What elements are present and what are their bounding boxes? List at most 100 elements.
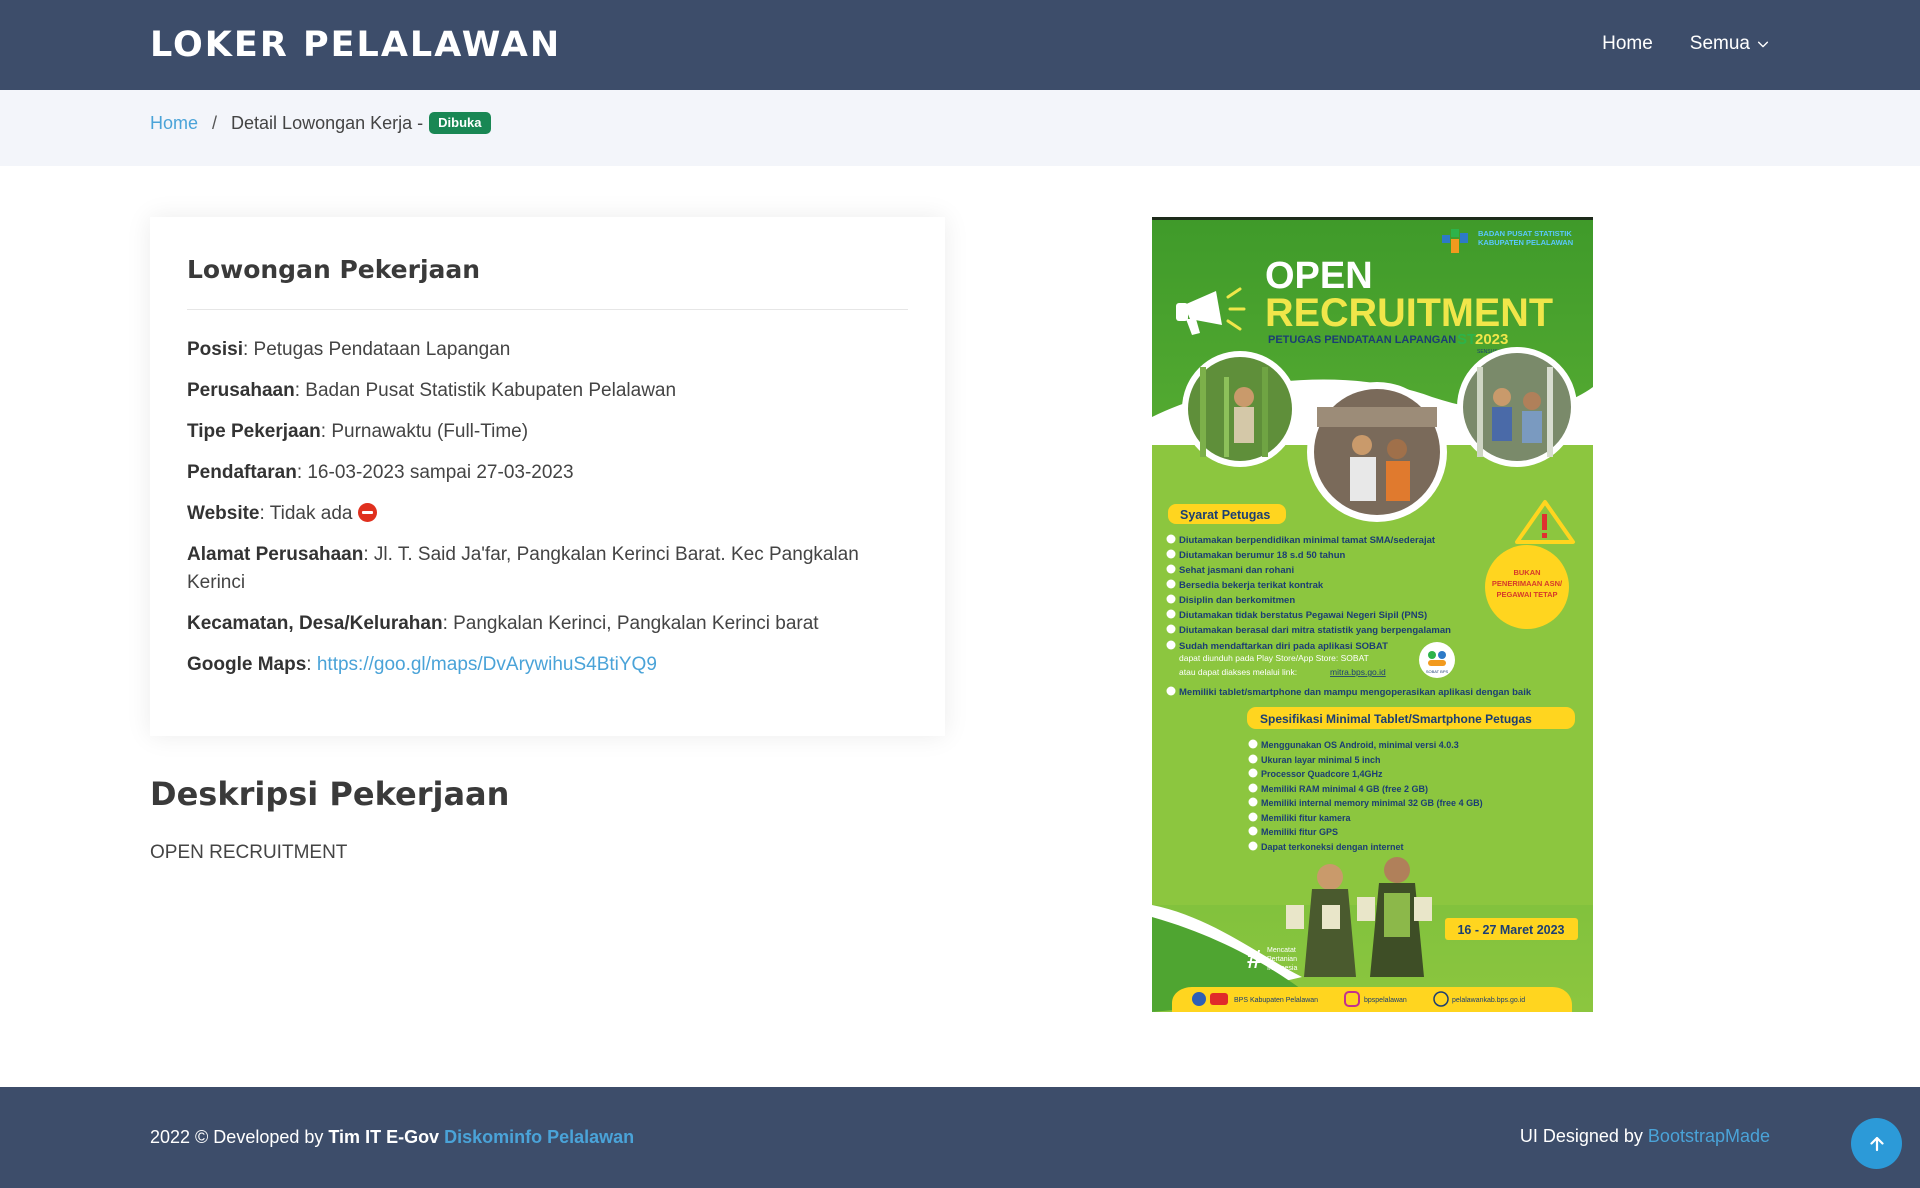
photo-circle-3 xyxy=(1457,347,1577,467)
svg-text:atau dapat diakses melalui lin: atau dapat diakses melalui link: xyxy=(1179,667,1297,677)
field-label: Google Maps xyxy=(187,654,307,675)
footer-prefix: 2022 © Developed by xyxy=(150,1127,329,1147)
svg-text:Memiliki fitur kamera: Memiliki fitur kamera xyxy=(1261,813,1352,823)
job-info-list: Posisi: Petugas Pendataan Lapangan Perus… xyxy=(187,336,908,679)
poster-tagline-2: Pertanian xyxy=(1267,956,1297,963)
svg-text:Ukuran layar minimal 5 inch: Ukuran layar minimal 5 inch xyxy=(1261,755,1381,765)
svg-text:Diutamakan berpendidikan minim: Diutamakan berpendidikan minimal tamat S… xyxy=(1179,535,1436,546)
field-label: Kecamatan, Desa/Kelurahan xyxy=(187,613,443,634)
photo-circle-1 xyxy=(1182,351,1298,467)
poster-social-2: bpspelalawan xyxy=(1364,997,1407,1004)
recruitment-poster[interactable]: BADAN PUSAT STATISTIK KABUPATEN PELALAWA… xyxy=(1152,217,1593,1012)
photo-circle-2 xyxy=(1307,382,1447,522)
field-tipe-pekerjaan: Tipe Pekerjaan: Purnawaktu (Full-Time) xyxy=(187,418,908,446)
back-to-top-button[interactable] xyxy=(1851,1118,1902,1169)
description-text: OPEN RECRUITMENT xyxy=(150,842,348,863)
field-value: : 16-03-2023 sampai 27-03-2023 xyxy=(296,462,574,483)
field-website: Website: Tidak ada xyxy=(187,500,908,528)
svg-text:Memiliki internal memory minim: Memiliki internal memory minimal 32 GB (… xyxy=(1261,798,1483,808)
field-value: : xyxy=(306,654,317,675)
svg-text:Memiliki RAM minimal 4 GB (fre: Memiliki RAM minimal 4 GB (free 2 GB) xyxy=(1261,784,1428,794)
field-perusahaan: Perusahaan: Badan Pusat Statistik Kabupa… xyxy=(187,377,908,405)
poster-agency: BADAN PUSAT STATISTIK xyxy=(1478,229,1572,238)
nav-semua-dropdown[interactable]: Semua xyxy=(1690,30,1770,58)
field-posisi: Posisi: Petugas Pendataan Lapangan xyxy=(187,336,908,364)
status-badge: Dibuka xyxy=(429,112,491,134)
bukan-line-3: PEGAWAI TETAP xyxy=(1496,590,1557,599)
poster-tagline-3: Indonesia xyxy=(1267,965,1297,972)
footer-credits: UI Designed by BootstrapMade xyxy=(1520,1124,1770,1148)
svg-text:Bersedia bekerja terikat kontr: Bersedia bekerja terikat kontrak xyxy=(1179,580,1324,591)
footer-org-link[interactable]: Diskominfo Pelalawan xyxy=(444,1127,634,1147)
field-label: Website xyxy=(187,503,260,524)
field-label: Pendaftaran xyxy=(187,462,297,483)
field-label: Posisi xyxy=(187,339,243,360)
field-value: : Badan Pusat Statistik Kabupaten Pelala… xyxy=(294,380,677,401)
card-divider xyxy=(187,309,908,310)
description-title: Deskripsi Pekerjaan xyxy=(150,775,510,813)
chevron-down-icon xyxy=(1757,41,1769,48)
svg-text:mitra.bps.go.id: mitra.bps.go.id xyxy=(1330,667,1386,677)
card-title: Lowongan Pekerjaan xyxy=(187,255,481,284)
arrow-up-icon xyxy=(1869,1136,1884,1151)
facebook-icon xyxy=(1192,992,1206,1006)
poster-st: ST xyxy=(1457,331,1476,348)
poster-social-1: BPS Kabupaten Pelalawan xyxy=(1234,997,1318,1004)
svg-text:dapat diunduh pada Play Store/: dapat diunduh pada Play Store/App Store:… xyxy=(1179,653,1369,663)
spec-title: Spesifikasi Minimal Tablet/Smartphone Pe… xyxy=(1260,712,1532,726)
svg-text:Disiplin dan berkomitmen: Disiplin dan berkomitmen xyxy=(1179,595,1295,606)
poster-social-3: pelalawankab.bps.go.id xyxy=(1452,997,1525,1004)
no-entry-icon xyxy=(358,503,378,522)
field-alamat: Alamat Perusahaan: Jl. T. Said Ja'far, P… xyxy=(187,541,908,597)
svg-text:Sudah mendaftarkan diri pada a: Sudah mendaftarkan diri pada aplikasi SO… xyxy=(1179,641,1388,652)
svg-text:Memiliki fitur GPS: Memiliki fitur GPS xyxy=(1261,827,1338,837)
bukan-line-1: BUKAN xyxy=(1513,568,1540,577)
nav-semua-label: Semua xyxy=(1689,33,1750,54)
poster-year: 2023 xyxy=(1475,331,1508,348)
field-google-maps: Google Maps: https://goo.gl/maps/DvArywi… xyxy=(187,651,908,679)
job-detail-card: Lowongan Pekerjaan Posisi: Petugas Penda… xyxy=(150,217,945,736)
svg-text:Menggunakan OS Android, minima: Menggunakan OS Android, minimal versi 4.… xyxy=(1261,740,1459,750)
svg-text:Sehat jasmani dan rohani: Sehat jasmani dan rohani xyxy=(1179,565,1294,576)
syarat-title: Syarat Petugas xyxy=(1180,508,1270,522)
svg-text:Processor Quadcore 1,4GHz: Processor Quadcore 1,4GHz xyxy=(1261,769,1383,779)
google-maps-link[interactable]: https://goo.gl/maps/DvArywihuS4BtiYQ9 xyxy=(317,654,657,675)
field-value: : Tidak ada xyxy=(259,503,353,524)
site-logo[interactable]: LOKER PELALAWAN xyxy=(150,24,561,66)
poster-top-strip xyxy=(1152,217,1593,220)
youtube-icon xyxy=(1210,993,1228,1005)
field-pendaftaran: Pendaftaran: 16-03-2023 sampai 27-03-202… xyxy=(187,459,908,487)
breadcrumb-home-link[interactable]: Home xyxy=(150,111,198,135)
footer-copyright: 2022 © Developed by Tim IT E-Gov Diskomi… xyxy=(150,1125,634,1149)
footer-designed-prefix: UI Designed by xyxy=(1519,1126,1648,1146)
breadcrumb-current: Detail Lowongan Kerja - xyxy=(231,113,424,133)
field-value: : Purnawaktu (Full-Time) xyxy=(320,421,529,442)
footer-designer-link[interactable]: BootstrapMade xyxy=(1648,1126,1770,1146)
svg-text:Memiliki tablet/smartphone dan: Memiliki tablet/smartphone dan mampu men… xyxy=(1179,687,1532,698)
poster-hashtag: # xyxy=(1247,944,1262,974)
main-nav: Home Semua xyxy=(1602,30,1770,58)
svg-text:Diutamakan berasal dari mitra: Diutamakan berasal dari mitra statistik … xyxy=(1179,625,1451,636)
svg-text:Diutamakan berumur 18 s.d 50 t: Diutamakan berumur 18 s.d 50 tahun xyxy=(1179,550,1345,561)
poster-date: 16 - 27 Maret 2023 xyxy=(1457,923,1564,937)
sobat-label: SOBAT BPS xyxy=(1426,669,1449,674)
breadcrumb-separator: / xyxy=(212,113,218,133)
poster-subtitle: PETUGAS PENDATAAN LAPANGAN xyxy=(1268,334,1456,346)
footer-team: Tim IT E-Gov xyxy=(328,1127,440,1147)
site-header: LOKER PELALAWAN Home Semua xyxy=(0,0,1920,90)
poster-agency-2: KABUPATEN PELALAWAN xyxy=(1478,238,1573,247)
field-kecamatan: Kecamatan, Desa/Kelurahan: Pangkalan Ker… xyxy=(187,610,908,638)
field-label: Tipe Pekerjaan xyxy=(187,421,321,442)
poster-recruitment: RECRUITMENT xyxy=(1265,291,1553,335)
svg-text:Dapat terkoneksi dengan intern: Dapat terkoneksi dengan internet xyxy=(1261,842,1404,852)
nav-home-label: Home xyxy=(1602,33,1653,54)
field-value: : Pangkalan Kerinci, Pangkalan Kerinci b… xyxy=(442,613,819,634)
poster-tagline-1: Mencatat xyxy=(1267,947,1296,954)
field-label: Alamat Perusahaan xyxy=(187,544,364,565)
field-value: : Petugas Pendataan Lapangan xyxy=(242,339,511,360)
nav-home[interactable]: Home xyxy=(1602,30,1653,58)
bukan-line-2: PENERIMAAN ASN/ xyxy=(1492,579,1563,588)
svg-text:Diutamakan tidak berstatus Peg: Diutamakan tidak berstatus Pegawai Neger… xyxy=(1179,610,1427,621)
breadcrumb: Home / Detail Lowongan Kerja - Dibuka xyxy=(150,111,491,135)
field-label: Perusahaan xyxy=(187,380,295,401)
